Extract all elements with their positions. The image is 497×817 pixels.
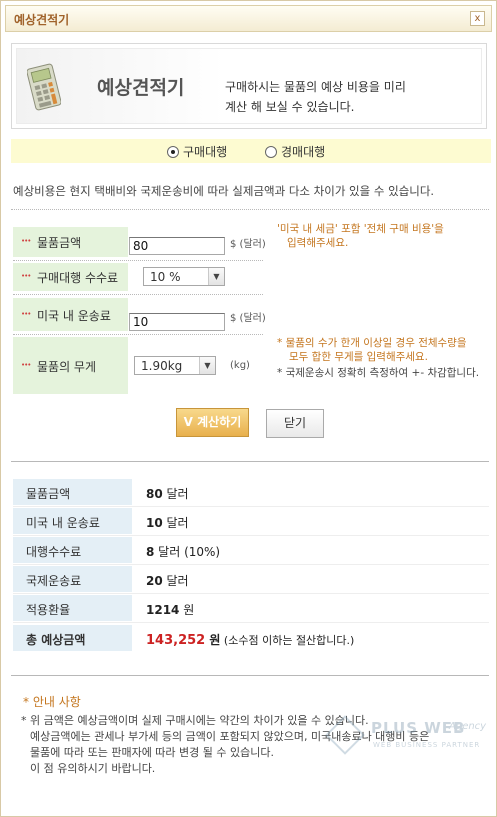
radio-purchase[interactable]: 구매대행: [167, 143, 227, 160]
weight-hint-measure: * 국제운송시 정확히 측정하여 +- 차감합니다.: [277, 367, 480, 379]
close-icon[interactable]: x: [470, 11, 485, 26]
result-separator: [13, 593, 489, 594]
radio-purchase-label: 구매대행: [183, 145, 228, 159]
price-hint-line2: 입력해주세요.: [287, 237, 349, 249]
weight-select-value: 1.90kg: [141, 359, 183, 373]
weight-label: 물품의 무게: [37, 360, 97, 374]
bullet-icon: •••: [21, 272, 31, 280]
divider: [13, 294, 263, 295]
weight-select[interactable]: 1.90kg ▼: [134, 356, 216, 375]
calculator-icon: [27, 63, 61, 111]
result-number: 1214: [146, 603, 180, 617]
fee-select-value: 10 %: [150, 270, 181, 284]
bullet-icon: •••: [21, 361, 31, 369]
result-separator: [13, 535, 489, 536]
shipping-unit: $ (달러): [230, 313, 266, 324]
chevron-down-icon[interactable]: ▼: [199, 357, 215, 374]
shipping-label-cell: ••• 미국 내 운송료: [13, 298, 128, 331]
result-value: 80 달러: [146, 485, 189, 502]
estimator-popup: 예상견적기 x 예상견적기 구매하시는 물품의 예상 비용을 미리 계산 해 보…: [0, 0, 497, 817]
price-hint-line1: '미국 내 세금' 포함 '전체 구매 비용'을: [277, 223, 444, 235]
result-value: 1214 원: [146, 601, 194, 618]
result-label: 총 예상금액: [26, 633, 86, 647]
result-value: 8 달러 (10%): [146, 543, 220, 560]
result-number: 20: [146, 574, 163, 588]
radio-purchase-dot[interactable]: [167, 146, 179, 158]
calculate-button[interactable]: V 계산하기: [176, 408, 249, 437]
bullet-icon: •••: [21, 237, 31, 245]
window-title: 예상견적기: [14, 13, 70, 27]
price-input[interactable]: [129, 237, 225, 255]
result-label-cell: 미국 내 운송료: [13, 508, 132, 534]
price-label-cell: ••• 물품금액: [13, 227, 128, 257]
weight-hint: * 물품의 수가 한개 이상일 경우 전체수량을 모두 합한 무게를 입력해주세…: [277, 336, 467, 364]
banner-description: 구매하시는 물품의 예상 비용을 미리 계산 해 보실 수 있습니다.: [225, 77, 406, 117]
price-unit: $ (달러): [230, 239, 266, 250]
title-bar: 예상견적기 x: [5, 5, 492, 32]
banner-title: 예상견적기: [97, 77, 185, 99]
divider: [11, 675, 489, 676]
result-value: 143,252 원 (소수점 이하는 절산합니다.): [146, 631, 354, 648]
result-suffix: 달러: [162, 516, 189, 530]
result-label-cell: 적용환율: [13, 595, 132, 621]
guide-title: * 안내 사항: [23, 695, 81, 709]
result-number: 10: [146, 516, 163, 530]
banner: 예상견적기 구매하시는 물품의 예상 비용을 미리 계산 해 보실 수 있습니다…: [11, 43, 487, 129]
shipping-input[interactable]: [129, 313, 225, 331]
result-label-cell: 국제운송료: [13, 566, 132, 592]
radio-auction-label: 경매대행: [281, 145, 326, 159]
divider: [13, 334, 263, 335]
result-label: 적용환율: [26, 603, 71, 617]
divider: [11, 209, 489, 210]
result-label: 미국 내 운송료: [26, 516, 100, 530]
result-value: 10 달러: [146, 514, 189, 531]
watermark-script: Agency: [449, 721, 487, 732]
result-label-cell: 대행수수료: [13, 537, 132, 563]
price-label: 물품금액: [37, 236, 82, 250]
result-suffix: 원: [179, 603, 195, 617]
result-separator: [13, 622, 489, 623]
divider: [13, 260, 263, 261]
result-separator: [13, 506, 489, 507]
result-suffix: (소수점 이하는 절산합니다.): [220, 634, 355, 647]
watermark-logo: [325, 715, 365, 755]
result-number: 143,252: [146, 633, 206, 648]
estimate-notice: 예상비용은 현지 택배비와 국제운송비에 따라 실제금액과 다소 차이가 있을 …: [13, 184, 435, 198]
result-suffix: 달러 (10%): [154, 545, 221, 559]
banner-desc-line1: 구매하시는 물품의 예상 비용을 미리: [225, 80, 406, 94]
banner-desc-line2: 계산 해 보실 수 있습니다.: [225, 100, 355, 114]
divider: [11, 461, 489, 462]
result-label: 대행수수료: [26, 545, 82, 559]
fee-select[interactable]: 10 % ▼: [143, 267, 225, 286]
chevron-down-icon[interactable]: ▼: [208, 268, 224, 285]
result-label-cell: 물품금액: [13, 479, 132, 505]
result-unit: 원: [205, 633, 221, 647]
weight-label-cell: ••• 물품의 무게: [13, 337, 128, 394]
radio-auction-dot[interactable]: [265, 146, 277, 158]
result-label-cell: 총 예상금액: [13, 625, 132, 651]
weight-hint-line2: 모두 합한 무게를 입력해주세요.: [289, 351, 428, 363]
result-number: 80: [146, 487, 163, 501]
bullet-icon: •••: [21, 310, 31, 318]
shipping-label: 미국 내 운송료: [37, 309, 111, 323]
fee-label-cell: ••• 구매대행 수수료: [13, 263, 128, 291]
watermark: PLUS WEB Agency WEB BUSINESS PARTNER: [325, 715, 491, 767]
result-suffix: 달러: [162, 487, 189, 501]
result-separator: [13, 564, 489, 565]
watermark-tagline: WEB BUSINESS PARTNER: [373, 741, 481, 749]
weight-hint-line1: * 물품의 수가 한개 이상일 경우 전체수량을: [277, 337, 467, 349]
weight-unit: (kg): [230, 360, 250, 371]
service-type-bar: 구매대행 경매대행: [11, 139, 491, 163]
close-button[interactable]: 닫기: [266, 409, 324, 438]
result-value: 20 달러: [146, 572, 189, 589]
result-suffix: 달러: [162, 574, 189, 588]
fee-label: 구매대행 수수료: [37, 271, 119, 285]
price-hint: '미국 내 세금' 포함 '전체 구매 비용'을 입력해주세요.: [277, 222, 444, 250]
banner-inner: 예상견적기 구매하시는 물품의 예상 비용을 미리 계산 해 보실 수 있습니다…: [16, 48, 482, 124]
radio-auction[interactable]: 경매대행: [265, 143, 325, 160]
result-label: 국제운송료: [26, 574, 82, 588]
result-label: 물품금액: [26, 487, 71, 501]
